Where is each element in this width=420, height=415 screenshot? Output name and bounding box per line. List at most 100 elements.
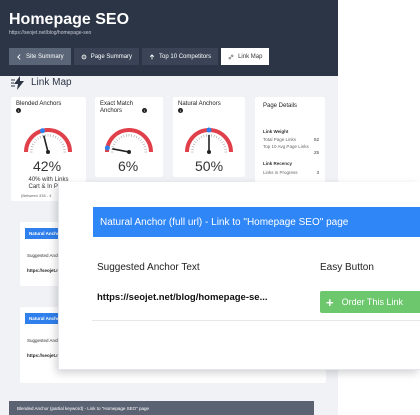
gauge-tick: [114, 141, 117, 144]
gauge-arc: [24, 128, 72, 153]
info-icon[interactable]: i: [16, 108, 21, 113]
arrow-left-icon: [17, 53, 21, 60]
gauge-tick: [120, 135, 123, 139]
link-weight-heading: Link Weight: [263, 129, 289, 134]
tab-top-10-competitors[interactable]: Top 10 Competitors: [142, 48, 219, 65]
gauge-hub: [46, 150, 50, 154]
gauge-tick: [219, 139, 222, 142]
exact-match-anchors-card: Exact Match Anchors i 6%: [95, 97, 163, 177]
gauge-hub: [207, 150, 211, 154]
gauge-tick: [200, 135, 203, 139]
gauge-value: 6%: [118, 158, 139, 174]
arrow-up-icon: [149, 53, 155, 59]
gauge-tick: [142, 143, 146, 146]
app-header: Homepage SEO https://seojet.net/blog/hom…: [0, 0, 338, 76]
gauge-tick: [196, 139, 199, 142]
gauge-tick: [143, 146, 147, 148]
suggested-anchor-url[interactable]: https://seojet.net/blog/homepage-se...: [97, 292, 268, 303]
card-title: Exact Match Anchors i: [100, 101, 147, 115]
gauge-tick: [123, 134, 125, 138]
gauge-tick: [112, 143, 116, 146]
tab-bar: Site Summary Page Summary Top 10 Competi…: [9, 48, 270, 65]
gauge-needle: [112, 148, 130, 153]
gauge-value: 50%: [195, 158, 224, 174]
gauge-tick: [141, 141, 144, 144]
tab-label: Top 10 Competitors: [159, 53, 212, 60]
gauge-marker: [40, 128, 46, 134]
gauge-tick: [111, 146, 115, 148]
gauge-tick: [137, 137, 140, 140]
gauge-tick: [215, 135, 218, 139]
card-title: Natural Anchors i: [178, 101, 221, 113]
link-icon: [228, 54, 234, 59]
lightning-icon: [11, 76, 24, 90]
gauge-tick: [37, 137, 40, 140]
gauge-marker: [104, 145, 110, 151]
suggested-anchor-text-header: Suggested Anchor Text: [97, 262, 200, 273]
gauge-marker: [206, 127, 212, 133]
gauge-tick: [203, 134, 205, 138]
tab-label: Site Summary: [26, 53, 64, 60]
card-footer-note: (Between 335 - 4: [21, 193, 52, 198]
link-detail-modal: Natural Anchor (full url) - Link to "Hom…: [58, 182, 420, 370]
order-this-link-button[interactable]: + Order This Link: [320, 291, 420, 313]
suggested-anchor-url[interactable]: https://seojet.n: [27, 353, 59, 358]
gauge-tick: [133, 134, 135, 138]
suggested-anchor-url[interactable]: https://seojet.n: [27, 268, 59, 273]
gauge-tick: [194, 141, 197, 144]
gauge-tick: [116, 139, 119, 142]
gauge-tick: [39, 135, 42, 139]
page-details-card: Page Details Link Weight Total Page Link…: [255, 97, 325, 183]
gauge-tick: [31, 143, 35, 146]
tab-page-summary[interactable]: Page Summary: [73, 48, 140, 65]
gauge-needle: [42, 135, 49, 153]
gauge-tick: [221, 141, 224, 144]
page-title: Homepage SEO: [9, 11, 130, 28]
gauge-hub: [127, 150, 131, 154]
top10-avg-value: 25: [313, 150, 319, 155]
gear-icon: [81, 54, 87, 59]
links-in-progress-label: Links in Progress: [263, 170, 298, 175]
gauge-tick: [58, 139, 61, 142]
gauge-tick: [52, 134, 54, 138]
total-page-links-value: 52: [313, 137, 319, 142]
details-title: Page Details: [263, 103, 298, 109]
gauge-tick: [198, 137, 201, 140]
gauge-tick: [135, 135, 138, 139]
gauge-tick: [213, 134, 215, 138]
info-icon[interactable]: i: [178, 108, 183, 113]
gauge-tick: [61, 143, 65, 146]
gauge-tick: [118, 137, 121, 140]
tab-label: Link Map: [238, 53, 263, 60]
easy-button-header: Easy Button: [320, 262, 374, 273]
gauge-tick: [56, 137, 59, 140]
gauge-tick: [54, 135, 57, 139]
page-url[interactable]: https://seojet.net/blog/homepage-seo: [9, 30, 91, 36]
tab-link-map[interactable]: Link Map: [221, 48, 270, 65]
gauge: [104, 128, 153, 154]
gauge-tick: [33, 141, 36, 144]
gauge-tick: [35, 139, 38, 142]
section-title: Link Map: [31, 77, 72, 88]
natural-anchors-card: Natural Anchors i 50%: [173, 97, 245, 177]
tab-label: Page Summary: [90, 53, 133, 60]
blended-anchor-bar: Blended Anchor (partial keyword) - Link …: [9, 401, 314, 415]
link-recency-heading: Link Recency: [263, 161, 293, 166]
gauge-tick: [62, 146, 66, 148]
info-icon[interactable]: i: [141, 107, 147, 113]
order-button-label: Order This Link: [341, 297, 403, 307]
gauge-tick: [30, 146, 34, 148]
gauge-tick: [223, 146, 227, 148]
gauge-tick: [139, 139, 142, 142]
gauge-tick: [222, 143, 226, 146]
links-in-progress-value: 3: [316, 170, 319, 175]
modal-title-bar: Natural Anchor (full url) - Link to "Hom…: [93, 207, 420, 237]
gauge: [185, 127, 233, 154]
top10-avg-label: Top 10 Avg Page Links: [263, 144, 309, 149]
gauge-tick: [192, 143, 196, 146]
gauge-tick: [217, 137, 220, 140]
tab-site-summary[interactable]: Site Summary: [9, 48, 71, 65]
card-title: Blended Anchors i: [16, 101, 62, 113]
gauge: [24, 128, 72, 154]
plus-icon: +: [326, 294, 334, 310]
